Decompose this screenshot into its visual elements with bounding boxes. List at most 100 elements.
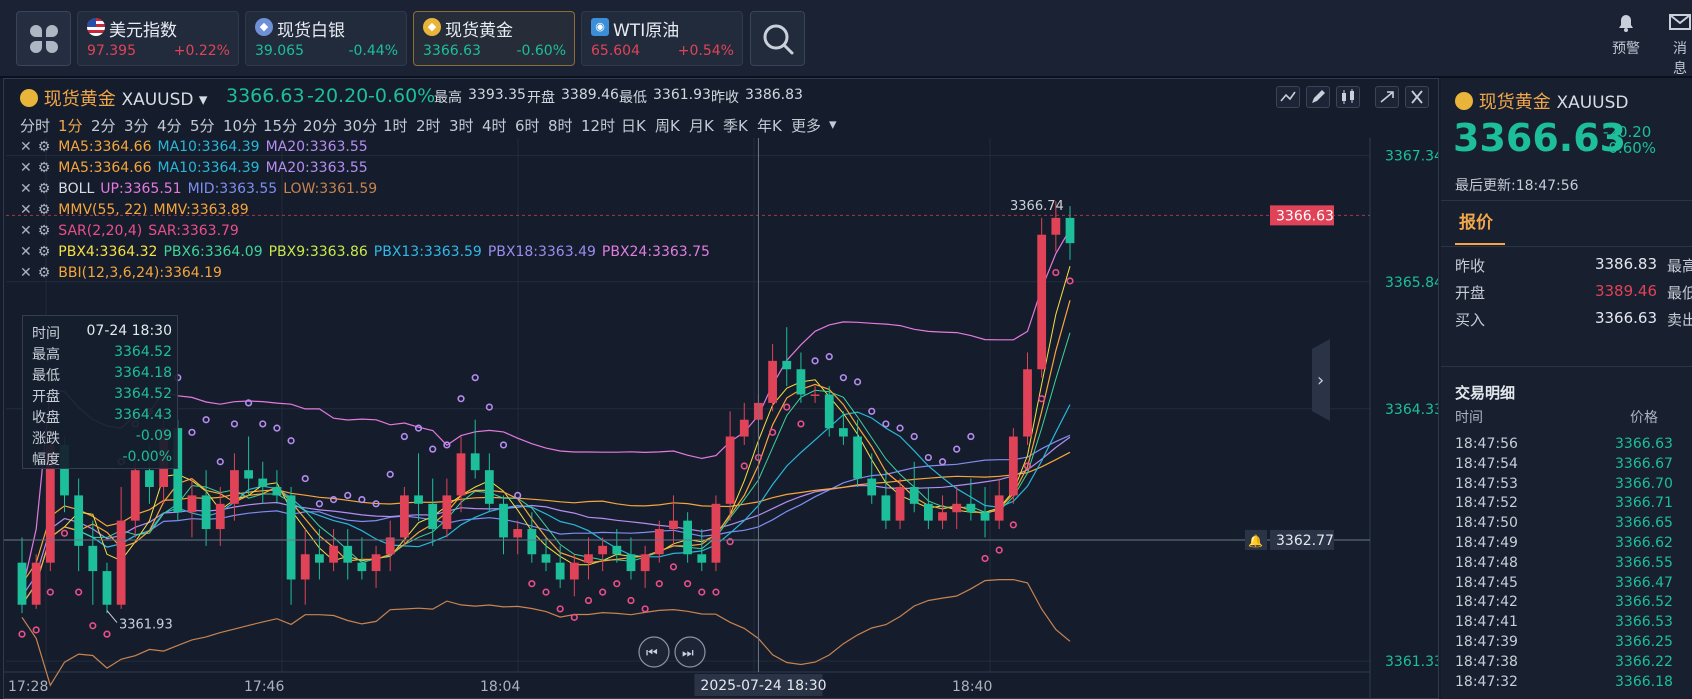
sar-dot xyxy=(584,596,593,605)
candlestick-chart[interactable]: 3367.34 3365.84 3364.33 3361.33 17:28 17:46 18… xyxy=(4,138,1438,698)
tab-timeframe[interactable]: 1分 xyxy=(58,115,83,136)
quote-card-silver[interactable]: ◆ 现货白银 39.065 -0.44% xyxy=(245,11,407,66)
chart-instrument-name: 现货黄金 xyxy=(43,89,116,110)
tab-timeframe[interactable]: 5分 xyxy=(190,115,215,136)
tab-timeframe[interactable]: 12时 xyxy=(581,115,615,136)
chevron-down-icon[interactable]: ▾ xyxy=(194,90,208,110)
candle-body xyxy=(74,495,84,546)
close-icon[interactable]: ✕ xyxy=(20,244,32,260)
app-menu-button[interactable] xyxy=(16,11,71,66)
sar-dot xyxy=(825,353,833,361)
settings-icon[interactable]: ⚙ xyxy=(38,181,51,197)
chart-instrument: 现货黄金 XAUUSD ▾ xyxy=(20,85,207,111)
tooltip-row: 最高 3364.52 xyxy=(32,344,172,364)
candle-body xyxy=(853,436,862,479)
indicator-value: MA20:3363.55 xyxy=(265,139,368,155)
card-name: WTI原油 xyxy=(613,21,680,41)
tab-timeframe[interactable]: 3分 xyxy=(124,115,149,136)
min-price-pointer xyxy=(106,610,118,623)
tab-timeframe[interactable]: 分时 xyxy=(20,115,50,136)
trade-time: 18:47:48 xyxy=(1455,554,1518,571)
close-icon[interactable]: ✕ xyxy=(20,181,32,197)
close-icon[interactable]: ✕ xyxy=(20,223,32,239)
candle-body xyxy=(102,571,112,605)
settings-icon[interactable]: ⚙ xyxy=(38,139,51,155)
candle-body xyxy=(272,486,282,496)
candle-body xyxy=(399,495,409,538)
settings-icon[interactable]: ⚙ xyxy=(38,223,51,239)
candle-body xyxy=(145,470,154,487)
candle-style-button[interactable] xyxy=(1336,86,1360,108)
tab-timeframe[interactable]: 2分 xyxy=(91,115,116,136)
tab-timeframe[interactable]: 10分 xyxy=(223,115,257,136)
close-icon[interactable]: ✕ xyxy=(20,265,32,281)
tab-timeframe[interactable]: 4时 xyxy=(482,115,507,136)
message-button[interactable]: 消息 xyxy=(1668,10,1692,78)
sar-dot xyxy=(230,420,239,428)
close-icon[interactable]: ✕ xyxy=(20,139,32,155)
quote-card-usd-index[interactable]: 美元指数 97.395 +0.22% xyxy=(77,11,239,66)
candle-body xyxy=(824,394,834,429)
settings-icon[interactable]: ⚙ xyxy=(38,265,51,281)
tab-timeframe[interactable]: 1时 xyxy=(383,115,408,136)
tab-timeframe[interactable]: 4分 xyxy=(157,115,182,136)
trades-title: 交易明细 xyxy=(1455,384,1516,402)
low-value: 3361.93 xyxy=(653,87,711,103)
search-button[interactable] xyxy=(750,11,805,66)
trade-row: 18:47:48 3366.55 xyxy=(1455,554,1673,571)
tab-timeframe[interactable]: 3时 xyxy=(449,115,474,136)
card-change: +0.22% xyxy=(173,43,230,59)
tab-quote[interactable]: 报价 xyxy=(1459,208,1493,233)
candlestick-icon xyxy=(1342,89,1354,104)
sar-dot xyxy=(1066,277,1074,285)
trade-time: 18:47:42 xyxy=(1455,594,1518,611)
close-icon[interactable]: ✕ xyxy=(20,202,32,218)
settings-icon[interactable]: ⚙ xyxy=(38,160,51,176)
candle-body xyxy=(343,545,353,563)
tab-timeframe[interactable]: 30分 xyxy=(343,115,377,136)
indicator-value: PBX24:3363.75 xyxy=(601,244,710,260)
candle-body xyxy=(739,419,749,437)
tab-timeframe[interactable]: 季K xyxy=(723,115,748,136)
line-chart-button[interactable] xyxy=(1276,86,1300,108)
tab-timeframe[interactable]: 日K xyxy=(621,115,646,136)
indicator-row: ✕ ⚙ MMV(55, 22) MMV:3363.89 xyxy=(20,202,255,218)
chevron-down-icon[interactable]: ▾ xyxy=(829,115,837,133)
sar-dot xyxy=(570,613,578,621)
candle-body xyxy=(513,529,523,538)
tab-timeframe[interactable]: 月K xyxy=(689,115,714,136)
close-icon xyxy=(1411,90,1423,104)
candle-body xyxy=(329,545,338,563)
tab-timeframe[interactable]: 15分 xyxy=(263,115,297,136)
candle-body xyxy=(697,554,707,563)
settings-icon[interactable]: ⚙ xyxy=(38,244,51,260)
candle-body xyxy=(1023,369,1032,437)
candle-body xyxy=(569,562,579,580)
indicator-row: ✕ ⚙ PBX4:3364.32 PBX6:3364.09 PBX9:3363.86 PB… xyxy=(20,244,716,260)
collapse-button[interactable] xyxy=(1375,86,1399,108)
settings-icon[interactable]: ⚙ xyxy=(38,202,51,218)
tab-timeframe[interactable]: 周K xyxy=(655,115,680,136)
panel-change: -20.20 xyxy=(1603,123,1652,141)
quote-card-gold[interactable]: ◆ 现货黄金 3366.63 -0.60% xyxy=(413,11,575,66)
sar-dot xyxy=(400,432,408,441)
tab-timeframe[interactable]: 20分 xyxy=(303,115,337,136)
chart-symbol[interactable]: XAUUSD xyxy=(121,90,193,110)
tab-timeframe[interactable]: 8时 xyxy=(548,115,573,136)
tooltip-row: 开盘 3364.52 xyxy=(32,386,172,406)
candle-body xyxy=(980,512,990,521)
chevron-right-icon[interactable]: › xyxy=(1317,370,1324,391)
close-chart-button[interactable] xyxy=(1405,86,1429,108)
tab-timeframe[interactable]: 年K xyxy=(757,115,782,136)
candle-body xyxy=(31,562,41,605)
quote-card-wti-oil[interactable]: ◉ WTI原油 65.604 +0.54% xyxy=(581,11,743,66)
close-icon[interactable]: ✕ xyxy=(20,160,32,176)
sar-dot xyxy=(938,458,947,466)
trade-price: 3366.63 xyxy=(1615,436,1673,452)
tab-timeframe[interactable]: 2时 xyxy=(416,115,441,136)
tab-timeframe[interactable]: 更多 xyxy=(791,115,821,136)
alert-button[interactable]: 预警 xyxy=(1612,10,1640,58)
tab-timeframe[interactable]: 6时 xyxy=(515,115,540,136)
tooltip-row: 收盘 3364.43 xyxy=(32,407,172,427)
draw-tool-button[interactable] xyxy=(1306,86,1330,108)
